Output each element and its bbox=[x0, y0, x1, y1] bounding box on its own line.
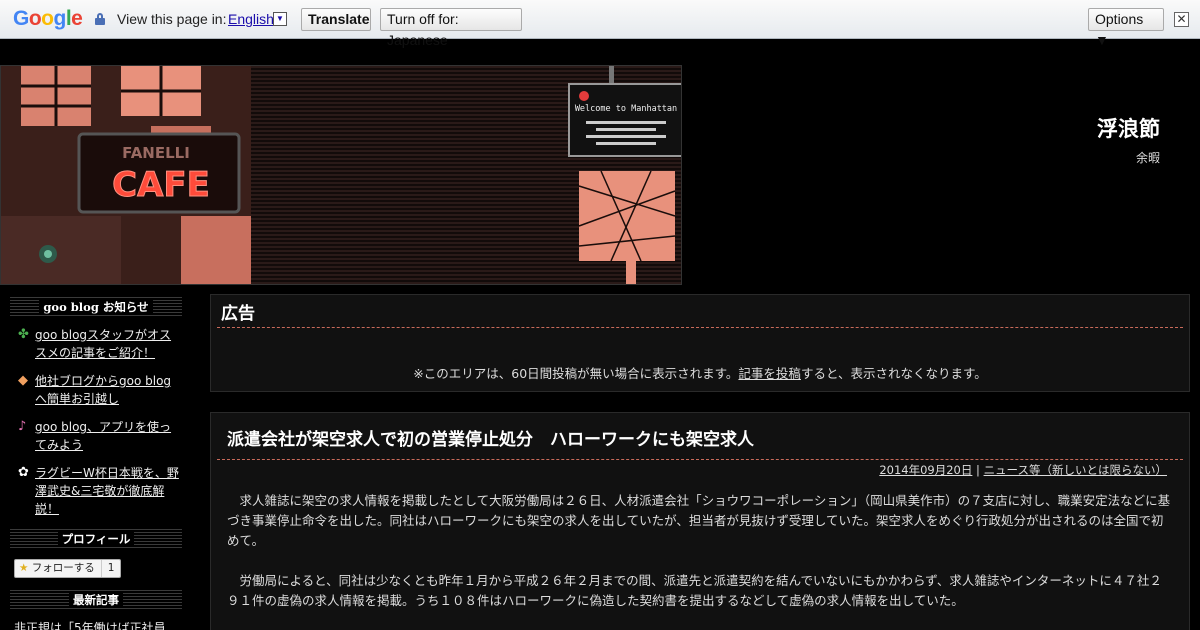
star-icon: ★ bbox=[19, 562, 29, 574]
post-category-link[interactable]: ニュース等（新しいとは限らない） bbox=[984, 463, 1167, 477]
post-article-link[interactable]: 記事を投稿 bbox=[738, 366, 801, 381]
post-meta: 2014年09月20日 | ニュース等（新しいとは限らない） bbox=[879, 463, 1167, 477]
header-sign-fanelli: FANELLI bbox=[122, 144, 190, 162]
follow-count: 1 bbox=[107, 562, 115, 574]
recent-post-link[interactable]: 非正規は「5年働けば正社員 bbox=[10, 611, 182, 630]
notice-item[interactable]: ✿ ラグビーW杯日本戦を、野澤武史&三宅敬が徹底解説！ bbox=[10, 464, 182, 518]
header-sign-cafe: CAFE bbox=[112, 165, 210, 205]
notice-link[interactable]: 他社ブログからgoo blogへ簡単お引越し bbox=[35, 374, 171, 406]
header-image[interactable]: FANELLI CAFE Welcome to Manhattan bbox=[0, 65, 682, 285]
turn-off-button[interactable]: Turn off for: Japanese bbox=[380, 8, 522, 48]
fox-icon: ✿ bbox=[18, 465, 29, 480]
translate-button[interactable]: Translate bbox=[301, 8, 371, 31]
post-paragraph: 労働局によると、同社は少なくとも昨年１月から平成２６年２月までの間、派遣先と派遣… bbox=[227, 573, 1162, 608]
clover-icon: ✤ bbox=[18, 327, 29, 342]
language-select[interactable]: English bbox=[228, 11, 274, 27]
recent-heading: 最新記事 bbox=[10, 589, 182, 611]
notice-item[interactable]: ✤ goo blogスタッフがオススメの記事をご紹介！ bbox=[10, 326, 182, 362]
follow-button[interactable]: ★ フォローする 1 bbox=[14, 559, 122, 578]
profile-heading: プロフィール bbox=[10, 528, 182, 550]
post-body: 求人雑誌に架空の求人情報を掲載したとして大阪労働局は２６日、人材派遣会社「ショウ… bbox=[211, 478, 1189, 611]
post-title[interactable]: 派遣会社が架空求人で初の営業停止処分 ハローワークにも架空求人 bbox=[217, 413, 1183, 460]
music-note-icon: ♪ bbox=[18, 419, 27, 434]
language-dropdown-icon[interactable]: ▼ bbox=[273, 12, 287, 26]
close-icon[interactable]: ✕ bbox=[1174, 12, 1189, 27]
post: 派遣会社が架空求人で初の営業停止処分 ハローワークにも架空求人 2014年09月… bbox=[210, 412, 1190, 630]
post-date-link[interactable]: 2014年09月20日 bbox=[879, 463, 972, 477]
ad-heading: 広告 bbox=[217, 295, 1183, 328]
header-sign-welcome: Welcome to Manhattan bbox=[575, 104, 677, 114]
blog-description: 余暇 bbox=[1135, 151, 1160, 165]
notice-heading: goo blog お知らせ bbox=[10, 296, 182, 318]
diamond-icon: ◆ bbox=[18, 373, 28, 388]
follow-label: フォローする bbox=[31, 562, 95, 574]
notice-link[interactable]: goo blog、アプリを使ってみよう bbox=[35, 420, 171, 452]
notice-link[interactable]: goo blogスタッフがオススメの記事をご紹介！ bbox=[35, 328, 171, 360]
sidebar: goo blog お知らせ ✤ goo blogスタッフがオススメの記事をご紹介… bbox=[10, 296, 182, 630]
notice-item[interactable]: ♪ goo blog、アプリを使ってみよう bbox=[10, 418, 182, 454]
ad-box: 広告 ※このエリアは、60日間投稿が無い場合に表示されます。記事を投稿すると、表… bbox=[210, 294, 1190, 392]
blog-title[interactable]: 浮浪節 bbox=[1097, 113, 1160, 143]
options-button[interactable]: Options ▼ bbox=[1088, 8, 1164, 48]
ad-note: ※このエリアは、60日間投稿が無い場合に表示されます。記事を投稿すると、表示され… bbox=[413, 366, 987, 381]
lock-icon bbox=[95, 13, 105, 25]
notice-item[interactable]: ◆ 他社ブログからgoo blogへ簡単お引越し bbox=[10, 372, 182, 408]
notice-link[interactable]: ラグビーW杯日本戦を、野澤武史&三宅敬が徹底解説！ bbox=[35, 466, 179, 516]
translate-bar: Google View this page in: English ▼ Tran… bbox=[0, 0, 1200, 48]
post-paragraph: 求人雑誌に架空の求人情報を掲載したとして大阪労働局は２６日、人材派遣会社「ショウ… bbox=[227, 493, 1171, 548]
view-page-label: View this page in: bbox=[117, 11, 227, 27]
header-illustration: FANELLI CAFE Welcome to Manhattan bbox=[1, 66, 681, 284]
google-logo: Google bbox=[13, 7, 83, 30]
